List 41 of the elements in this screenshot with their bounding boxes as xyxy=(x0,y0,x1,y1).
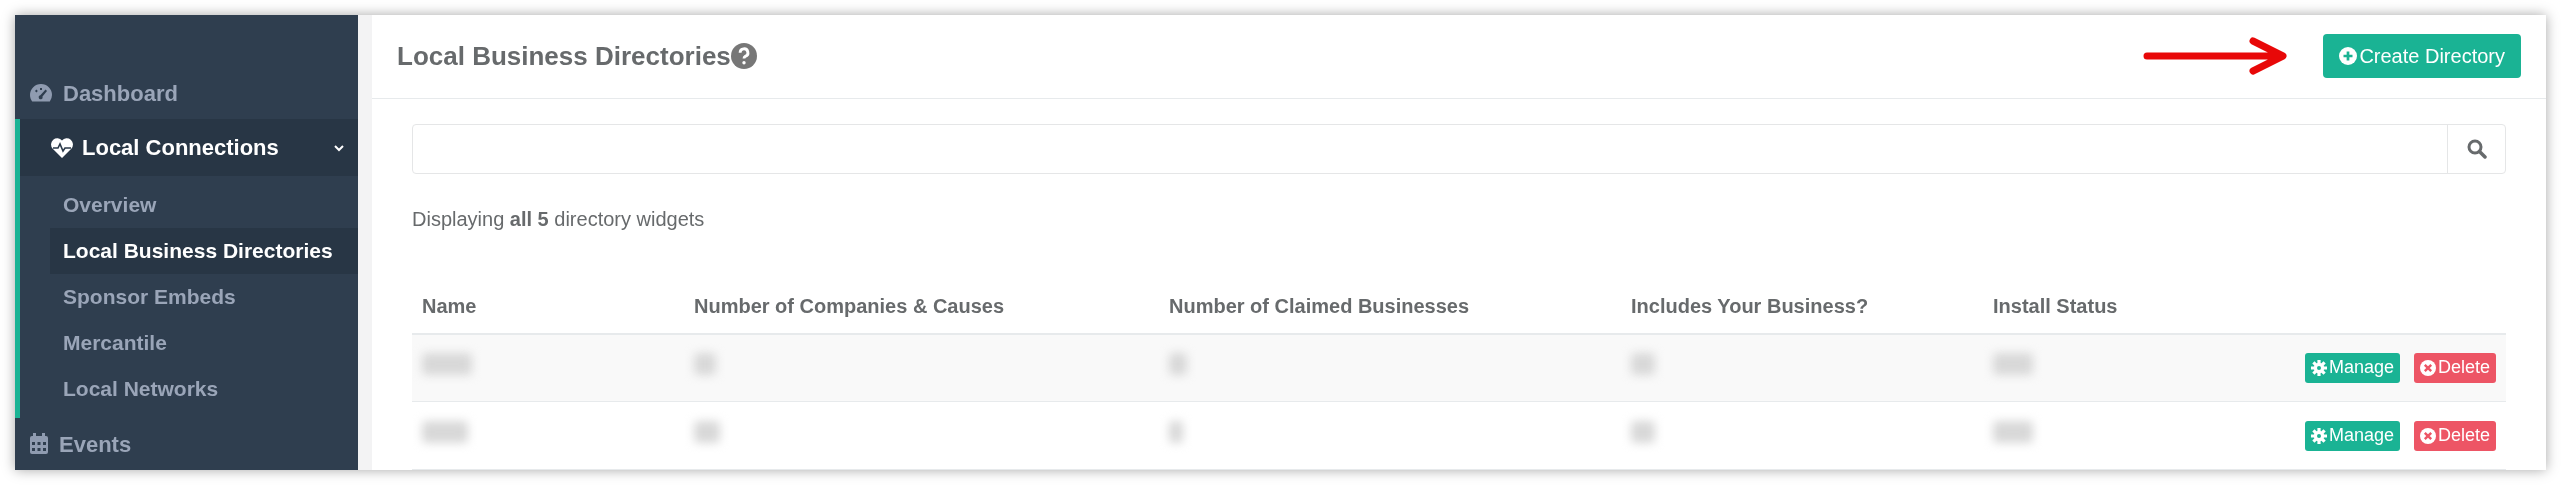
chevron-icon xyxy=(334,143,344,152)
blurred-text xyxy=(694,352,716,375)
blurred-text xyxy=(1631,352,1655,375)
gear-icon xyxy=(2310,427,2327,444)
sidebar-subitem[interactable]: Sponsor Embeds xyxy=(50,274,358,320)
column-header: Install Status xyxy=(1993,294,2118,317)
close-icon xyxy=(2419,427,2436,444)
manage-button[interactable]: Manage xyxy=(2304,352,2400,383)
summary-text: Displaying all 5 directory widgets xyxy=(412,206,706,232)
sidebar-subitem[interactable]: Mercantile xyxy=(50,320,358,366)
create-directory-button[interactable]: Create Directory xyxy=(2323,34,2521,79)
help-icon[interactable] xyxy=(730,43,757,70)
blurred-text xyxy=(422,352,472,375)
sidebar-item[interactable]: Dashboard xyxy=(15,67,358,119)
blurred-text xyxy=(1993,420,2033,443)
blurred-text xyxy=(1993,352,2033,375)
blurred-text xyxy=(1169,420,1183,443)
column-header: Includes Your Business? xyxy=(1631,294,1869,317)
delete-button[interactable]: Delete xyxy=(2413,352,2496,383)
delete-button[interactable]: Delete xyxy=(2413,420,2496,451)
gear-icon xyxy=(2310,359,2327,376)
column-header: Name xyxy=(422,294,477,317)
plus-circle-icon xyxy=(2339,47,2358,66)
sidebar-subitem[interactable]: Local Business Directories xyxy=(50,228,358,274)
sidebar-subitem[interactable]: Local Networks xyxy=(50,366,358,412)
sidebar-item[interactable]: Local Connections xyxy=(20,119,358,176)
search-icon xyxy=(2466,138,2487,159)
calendar-icon xyxy=(29,433,49,455)
column-header: Number of Claimed Businesses xyxy=(1169,294,1470,317)
blurred-text xyxy=(422,420,468,443)
close-icon xyxy=(2419,359,2436,376)
manage-button[interactable]: Manage xyxy=(2304,420,2400,451)
sidebar-subitem[interactable]: Overview xyxy=(50,182,358,228)
blurred-text xyxy=(1631,420,1655,443)
sidebar-item[interactable]: Events xyxy=(15,418,358,470)
page-title: Local Business Directories xyxy=(397,39,731,73)
blurred-text xyxy=(1169,352,1187,375)
column-header: Number of Companies & Causes xyxy=(694,294,1005,317)
gauge-icon xyxy=(29,83,53,103)
blurred-text xyxy=(694,420,720,443)
heartbeat-icon xyxy=(50,136,74,159)
